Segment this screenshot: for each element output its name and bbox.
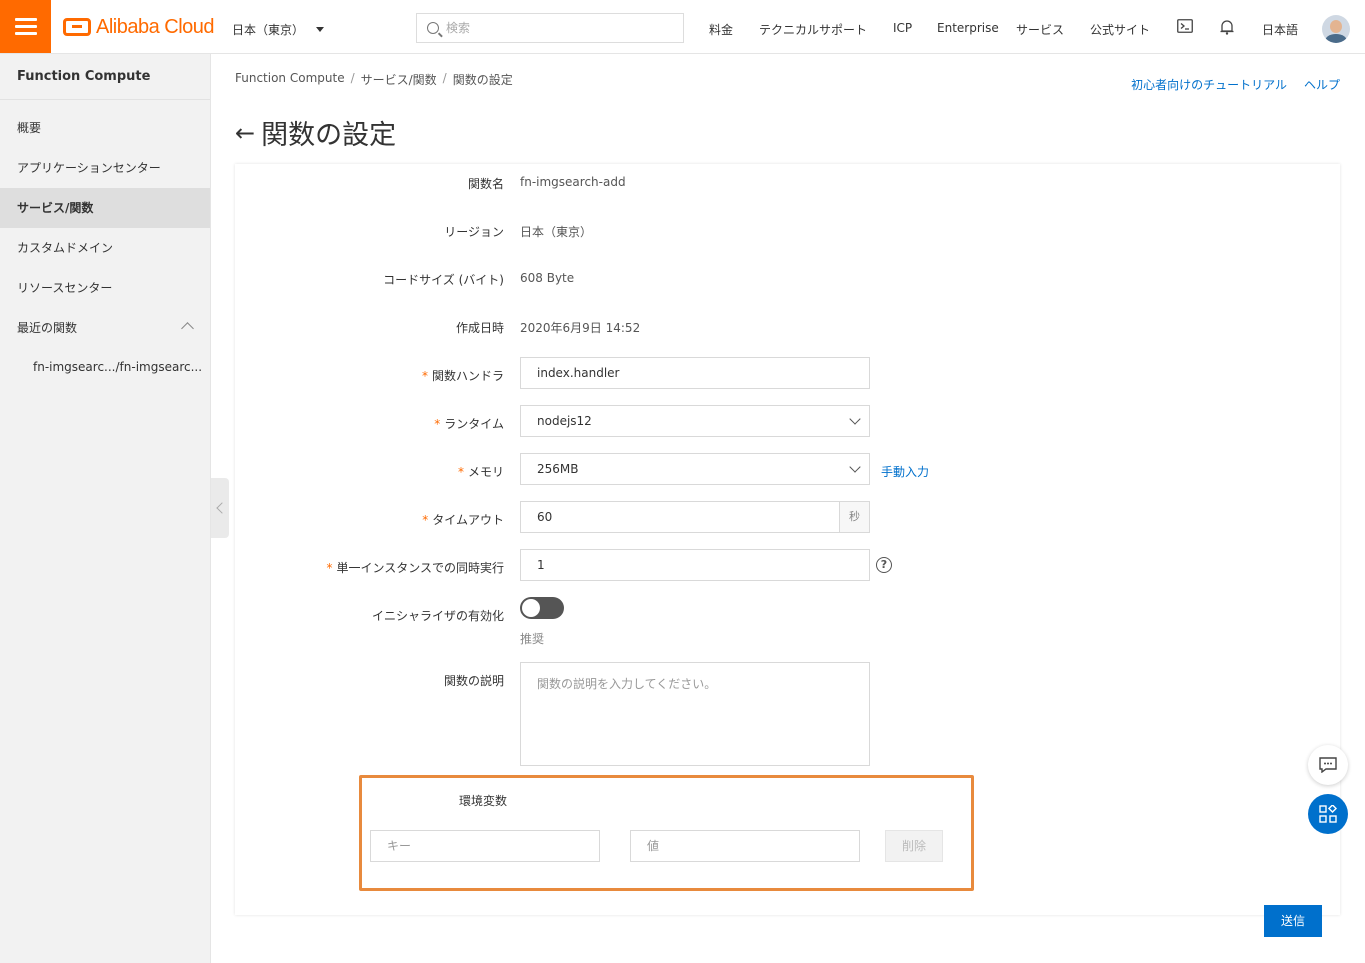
search-input[interactable] [446, 21, 666, 35]
timeout-label: * タイムアウト [422, 513, 504, 527]
chevron-up-icon [181, 322, 194, 335]
initializer-label: イニシャライザの有効化 [371, 609, 504, 623]
nav-official-site[interactable]: 公式サイト [1090, 21, 1150, 38]
runtime-select[interactable]: nodejs12 [520, 405, 870, 437]
submit-button[interactable]: 送信 [1264, 905, 1322, 937]
env-delete-button[interactable]: 削除 [885, 830, 943, 862]
code-size-label: コードサイズ (バイト) [383, 273, 504, 287]
language-selector[interactable]: 日本語 [1262, 21, 1298, 38]
breadcrumb-separator: / [442, 71, 447, 85]
sidebar: Function Compute 概要 アプリケーションセンター サービス/関数… [0, 54, 211, 963]
sidebar-item-recent-functions[interactable]: 最近の関数 [0, 308, 210, 348]
region-label: 日本（東京） [232, 23, 305, 37]
sidebar-item-resource-center[interactable]: リソースセンター [0, 268, 210, 308]
help-link[interactable]: ヘルプ [1304, 76, 1340, 93]
required-mark: * [421, 369, 428, 383]
breadcrumb-item[interactable]: サービス/関数 [361, 71, 437, 88]
memory-select[interactable]: 256MB [520, 453, 870, 485]
initializer-hint: 推奨 [520, 632, 545, 646]
env-value-input[interactable]: 値 [630, 830, 860, 862]
handler-input[interactable]: index.handler [520, 357, 870, 389]
page-title-text: 関数の設定 [261, 120, 397, 151]
required-mark: * [326, 561, 333, 575]
caret-down-icon [316, 27, 325, 32]
sidebar-title: Function Compute [0, 54, 210, 100]
sidebar-recent-function[interactable]: fn-imgsearc.../fn-imgsearc... [0, 348, 210, 386]
top-bar: Alibaba Cloud 日本（東京） 料金 テクニカルサポート ICP En… [0, 0, 1365, 54]
sidebar-collapse-handle[interactable] [211, 478, 229, 538]
breadcrumb-separator: / [350, 71, 355, 85]
timeout-input[interactable]: 60 秒 [520, 501, 870, 533]
memory-label: * メモリ [457, 465, 504, 479]
brand-name: Alibaba Cloud [96, 15, 215, 38]
handler-label: * 関数ハンドラ [421, 369, 504, 383]
chevron-down-icon [849, 413, 861, 425]
function-name-label: 関数名 [467, 177, 504, 191]
env-key-input[interactable]: キー [370, 830, 600, 862]
sidebar-item-label: 最近の関数 [17, 321, 78, 335]
bell-icon[interactable] [1220, 19, 1234, 38]
region-value: 日本（東京） [520, 225, 593, 239]
brand-logo[interactable]: Alibaba Cloud [63, 15, 215, 39]
sidebar-item-app-center[interactable]: アプリケーションセンター [0, 148, 210, 188]
region-field-label: リージョン [444, 225, 504, 239]
page-title: ← 関数の設定 [235, 113, 396, 152]
runtime-label: * ランタイム [434, 417, 504, 431]
region-selector[interactable]: 日本（東京） [232, 21, 325, 38]
function-name-value: fn-imgsearch-add [520, 175, 626, 189]
nav-pricing[interactable]: 料金 [709, 21, 733, 38]
concurrency-input[interactable]: 1 [520, 549, 870, 581]
chat-icon[interactable] [1308, 745, 1348, 785]
apps-icon[interactable] [1308, 794, 1348, 834]
concurrency-label: * 単一インスタンスでの同時実行 [326, 561, 504, 575]
search-icon [427, 22, 439, 34]
nav-enterprise[interactable]: Enterprise [937, 21, 999, 35]
back-arrow-icon[interactable]: ← [235, 119, 255, 147]
tutorial-link[interactable]: 初心者向けのチュートリアル [1131, 76, 1287, 93]
search-box[interactable] [416, 13, 684, 43]
chevron-down-icon [849, 461, 861, 473]
nav-services[interactable]: サービス [1016, 21, 1064, 38]
breadcrumb-current: 関数の設定 [452, 73, 513, 87]
menu-icon[interactable] [0, 0, 51, 53]
sidebar-item-overview[interactable]: 概要 [0, 108, 210, 148]
initializer-toggle[interactable] [520, 597, 564, 619]
help-question-icon[interactable]: ? [876, 557, 892, 573]
code-size-value: 608 Byte [520, 271, 575, 285]
required-mark: * [457, 465, 464, 479]
breadcrumb-item[interactable]: Function Compute [235, 71, 345, 88]
sidebar-item-custom-domain[interactable]: カスタムドメイン [0, 228, 210, 268]
nav-support[interactable]: テクニカルサポート [759, 21, 867, 38]
manual-input-link[interactable]: 手動入力 [881, 463, 929, 480]
sidebar-item-services-functions[interactable]: サービス/関数 [0, 188, 210, 228]
env-vars-label: 環境変数 [459, 794, 508, 808]
description-label: 関数の説明 [443, 674, 504, 688]
user-avatar[interactable] [1322, 15, 1350, 43]
terminal-icon[interactable] [1177, 19, 1193, 36]
env-vars-section: 環境変数 キー 値 削除 [359, 775, 974, 891]
help-links: 初心者向けのチュートリアル ヘルプ [1131, 76, 1340, 93]
required-mark: * [422, 513, 429, 527]
logo-mark-icon [63, 18, 91, 36]
description-textarea[interactable]: 関数の説明を入力してください。 [520, 662, 870, 766]
required-mark: * [434, 417, 441, 431]
nav-icp[interactable]: ICP [893, 21, 912, 35]
breadcrumb: Function Compute / サービス/関数 / 関数の設定 [235, 71, 513, 88]
created-value: 2020年6月9日 14:52 [520, 321, 641, 335]
created-label: 作成日時 [455, 321, 504, 335]
timeout-unit: 秒 [839, 502, 869, 532]
